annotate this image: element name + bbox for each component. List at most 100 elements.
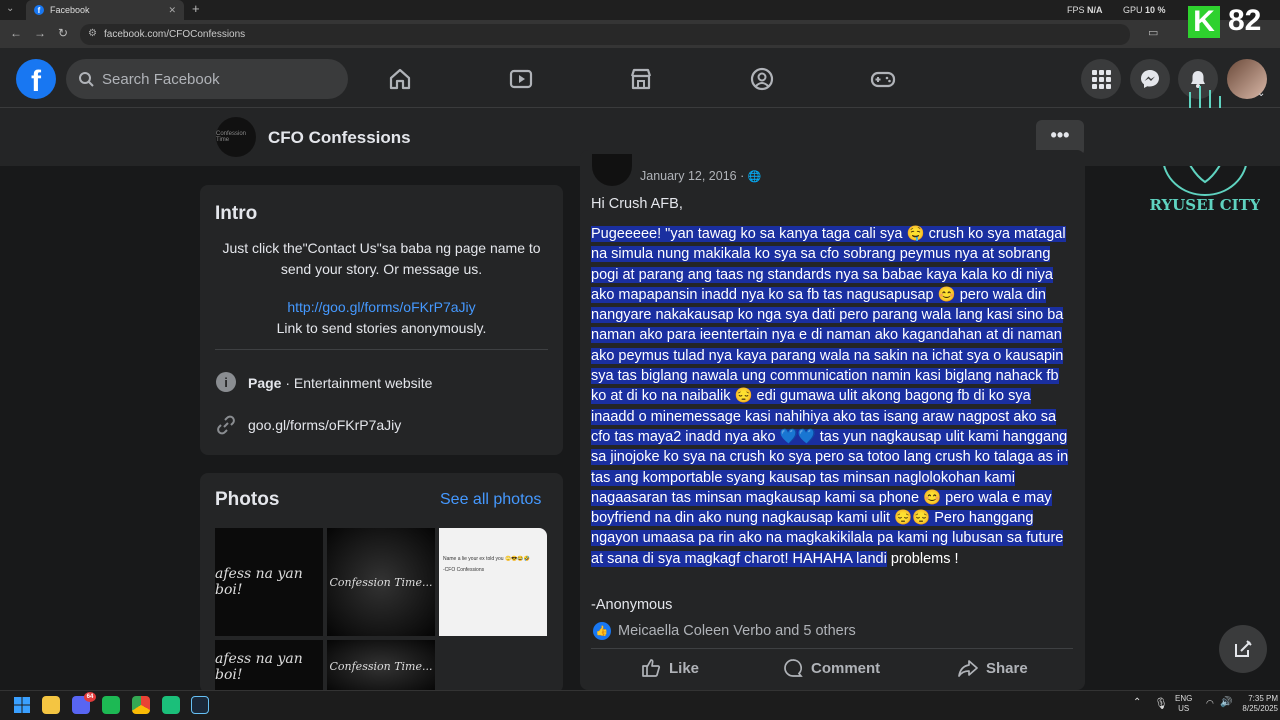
photo-thumbnail[interactable]: Confession Time...	[327, 528, 435, 636]
search-input[interactable]: Search Facebook	[66, 59, 348, 99]
compose-icon	[1235, 640, 1252, 657]
microphone-icon[interactable]: 🎙	[1154, 697, 1168, 710]
intro-description: Just click the"Contact Us"sa baba ng pag…	[222, 240, 541, 277]
info-icon: i	[216, 372, 236, 392]
grid-dots	[1092, 70, 1111, 89]
browser-tab-strip: ⌄ f Facebook ✕ + FPS N/A GPU 10 %	[0, 0, 1280, 20]
globe-icon: 🌐	[747, 171, 762, 183]
share-icon	[958, 660, 978, 677]
clock-date: 8/25/2025	[1242, 704, 1278, 713]
photo-subcaption: -CFO Confessions	[443, 567, 485, 573]
photo-caption: Name a lie your ex told you 🙄😎😂🤣	[443, 556, 530, 562]
see-all-photos-link[interactable]: See all photos	[440, 491, 541, 509]
photo-caption: afess na yan boi!	[215, 650, 303, 683]
photo-caption: Confession Time...	[329, 575, 433, 589]
post-body-selected: Pugeeeee! "yan tawag ko sa kanya taga ca…	[591, 226, 1069, 567]
site-info-icon[interactable]: ⚙	[88, 28, 97, 39]
tab-title: Facebook	[50, 5, 90, 15]
lang-bottom: US	[1178, 704, 1190, 713]
post-signature: -Anonymous	[591, 597, 673, 613]
spotify-icon[interactable]	[102, 696, 120, 714]
reactions-summary[interactable]: 👍 Meicaella Coleen Verbo and 5 others	[593, 622, 856, 640]
page-avatar-text: Confession Time	[216, 131, 247, 143]
groups-icon[interactable]	[749, 66, 775, 92]
volume-icon[interactable]: 🔊	[1220, 697, 1232, 708]
menu-grid-icon[interactable]	[1081, 59, 1121, 99]
photo-thumbnail[interactable]: Name a lie your ex told you 🙄😎😂🤣 -CFO Co…	[439, 528, 547, 636]
photo-thumbnail[interactable]: afess na yan boi!	[215, 640, 323, 693]
overlay-brand-text: RYUSEI CITY	[1150, 196, 1260, 214]
post-greeting: Hi Crush AFB,	[591, 196, 683, 212]
video-icon[interactable]	[508, 66, 534, 92]
discord-badge: 64	[84, 692, 96, 702]
steam-icon[interactable]	[191, 696, 209, 714]
url-text: facebook.com/CFOConfessions	[104, 29, 246, 40]
marketplace-icon[interactable]	[628, 66, 654, 92]
like-button[interactable]: Like	[641, 658, 699, 678]
comment-button[interactable]: Comment	[783, 658, 880, 678]
chrome-icon[interactable]	[132, 696, 150, 714]
share-button[interactable]: Share	[958, 658, 1028, 678]
category-rest: · Entertainment website	[281, 375, 433, 391]
facebook-logo-icon[interactable]: f	[16, 59, 56, 99]
post-body-tail: problems !	[886, 550, 959, 567]
post-date[interactable]: January 12, 2016 · 🌐	[640, 169, 761, 183]
url-field[interactable]: ⚙ facebook.com/CFOConfessions	[80, 24, 1130, 45]
page-avatar[interactable]: Confession Time	[216, 117, 256, 157]
clock-time: 7:35 PM	[1248, 694, 1278, 703]
intro-title: Intro	[215, 203, 258, 224]
overlay-number: 82	[1228, 4, 1262, 37]
search-placeholder: Search Facebook	[102, 70, 220, 88]
home-icon[interactable]	[387, 66, 413, 92]
divider	[591, 648, 1073, 649]
facebook-favicon-icon: f	[34, 5, 44, 15]
clock[interactable]: 7:35 PM 8/25/2025	[1236, 694, 1278, 714]
file-explorer-icon[interactable]	[42, 696, 60, 714]
intro-link[interactable]: http://goo.gl/forms/oFKrP7aJiy	[215, 299, 548, 315]
photos-card: Photos See all photos afess na yan boi! …	[200, 473, 563, 693]
photo-caption: Confession Time...	[329, 660, 433, 673]
kick-letter: K	[1193, 5, 1215, 38]
tab-list-chevron-icon[interactable]: ⌄	[6, 3, 14, 14]
language-indicator[interactable]: ENG US	[1175, 694, 1192, 714]
page-category: Page · Entertainment website	[248, 375, 432, 391]
intro-card: Intro Just click the"Contact Us"sa baba …	[200, 185, 563, 455]
like-reaction-icon: 👍	[593, 622, 611, 640]
link-icon	[217, 415, 235, 435]
comment-label: Comment	[811, 659, 881, 677]
windows-start-icon[interactable]	[14, 697, 30, 713]
photo-thumbnail[interactable]: afess na yan boi!	[215, 528, 323, 636]
photo-thumbnail[interactable]: Confession Time...	[327, 640, 435, 693]
gaming-icon[interactable]	[870, 66, 896, 92]
kick-logo-icon: K	[1188, 6, 1220, 38]
browser-tab-facebook[interactable]: f Facebook ✕	[26, 0, 184, 20]
page-title[interactable]: CFO Confessions	[268, 128, 411, 148]
new-tab-icon[interactable]: +	[192, 1, 200, 16]
photos-title: Photos	[215, 489, 280, 510]
divider	[215, 349, 548, 350]
fps-label: FPS	[1067, 5, 1085, 15]
reload-icon[interactable]: ↻	[58, 26, 68, 40]
reactions-text: Meicaella Coleen Verbo and 5 others	[618, 623, 856, 639]
fps-value: N/A	[1087, 5, 1103, 15]
app-icon[interactable]	[162, 696, 180, 714]
search-icon	[79, 72, 94, 87]
back-arrow-icon[interactable]: ←	[10, 26, 22, 40]
new-message-button[interactable]	[1219, 625, 1267, 673]
photo-caption: afess na yan boi!	[215, 566, 303, 598]
forward-arrow-icon[interactable]: →	[34, 26, 46, 40]
category-bold: Page	[248, 375, 282, 391]
gpu-label: GPU	[1123, 5, 1143, 15]
close-tab-icon[interactable]: ✕	[168, 5, 176, 16]
cast-icon[interactable]: ▭	[1148, 26, 1158, 39]
thumbs-up-icon	[642, 659, 661, 677]
wifi-icon[interactable]: ◠	[1206, 698, 1214, 709]
tray-chevron-up-icon[interactable]: ⌃	[1133, 697, 1141, 708]
post-date-text: January 12, 2016 ·	[640, 169, 745, 183]
like-label: Like	[669, 659, 700, 677]
lang-top: ENG	[1175, 694, 1193, 703]
logo-letter: f	[31, 65, 41, 98]
gpu-value: 10 %	[1145, 5, 1166, 15]
comment-icon	[784, 659, 803, 677]
website-link[interactable]: goo.gl/forms/oFKrP7aJiy	[248, 417, 401, 433]
